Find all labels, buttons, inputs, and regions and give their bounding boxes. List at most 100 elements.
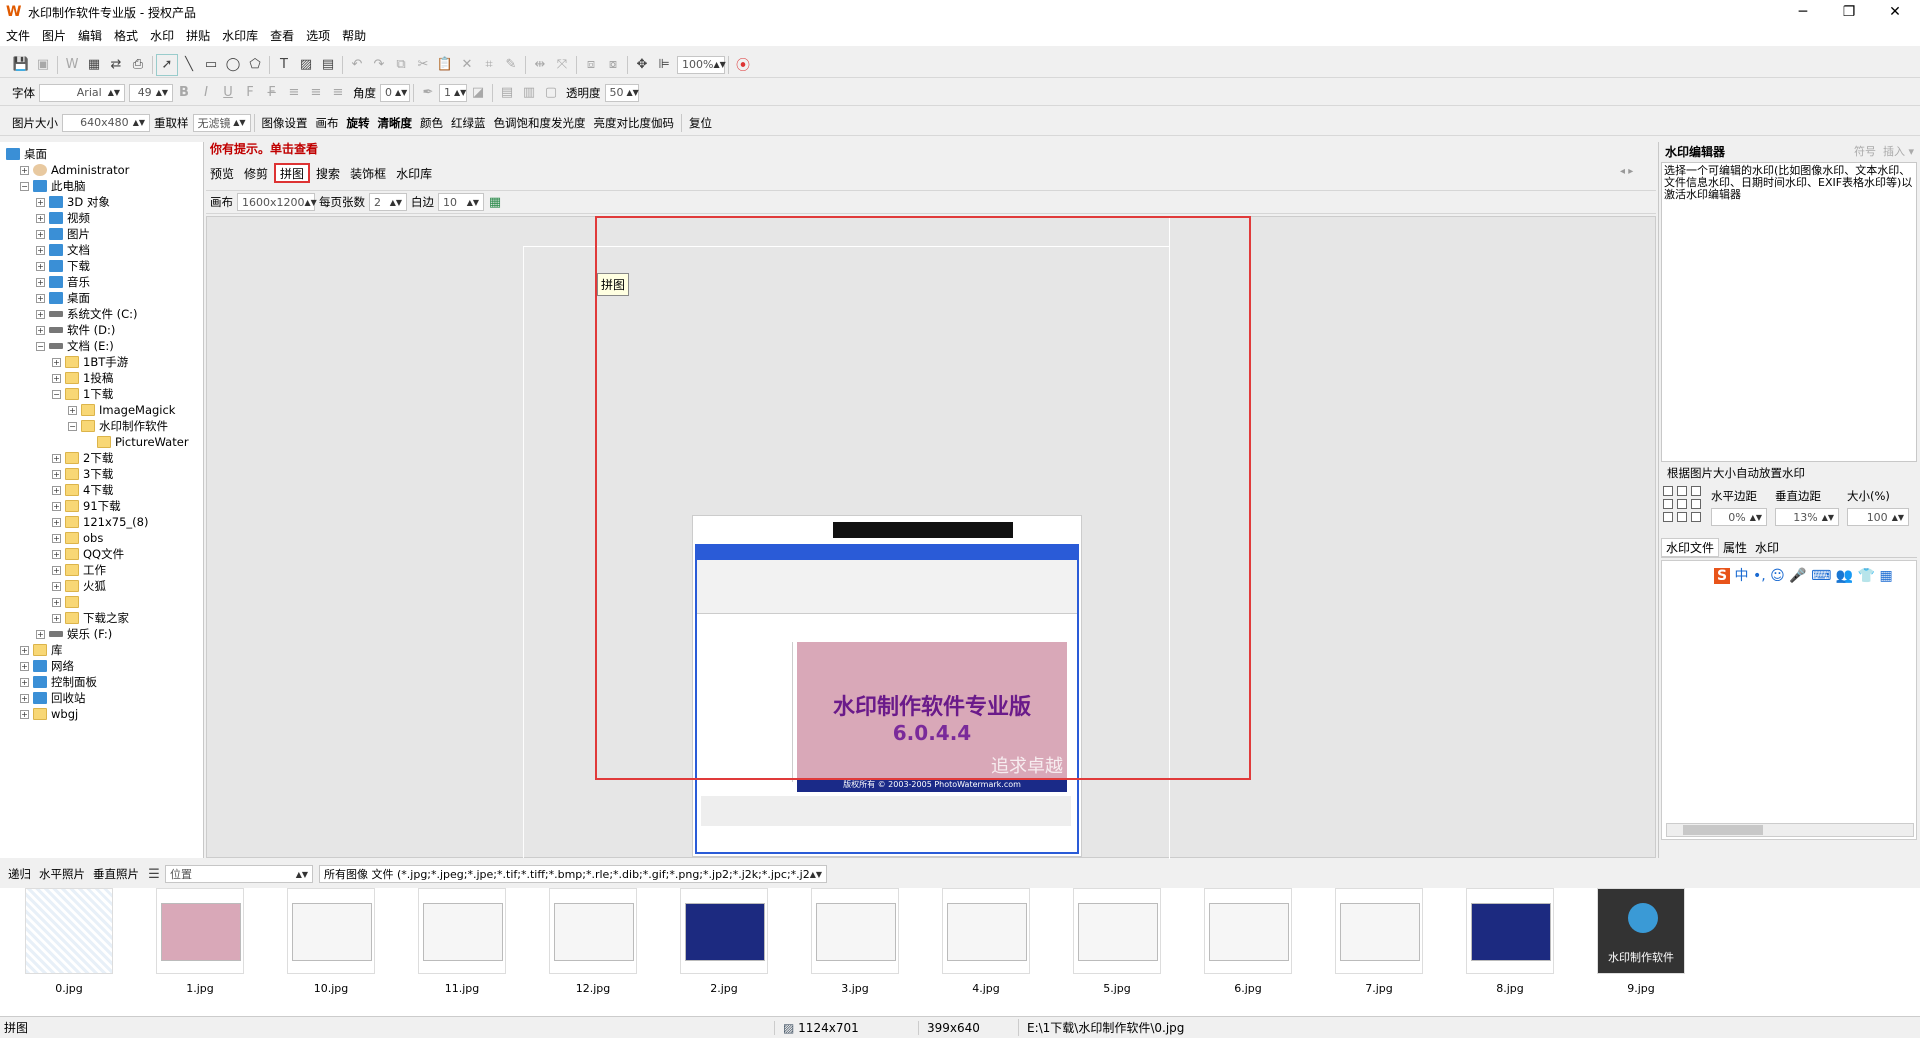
tab-preview[interactable]: 预览 xyxy=(206,163,238,183)
sharpness-button[interactable]: 清晰度 xyxy=(378,115,413,131)
image-settings-button[interactable]: 图像设置 xyxy=(262,115,308,131)
thumbnail-image[interactable] xyxy=(549,888,637,974)
image-tool-icon[interactable]: ▨ xyxy=(295,54,317,76)
italic-icon[interactable]: I xyxy=(195,82,217,104)
portrait-photos-button[interactable]: 垂直照片 xyxy=(93,866,139,882)
hint-link[interactable]: 你有提示。单击查看 xyxy=(210,140,318,157)
angle-input[interactable]: 0 ▲▼ xyxy=(380,83,410,102)
menu-collage[interactable]: 拼贴 xyxy=(186,27,210,44)
tree-node[interactable]: + xyxy=(52,594,83,610)
tree-node[interactable]: − 此电脑 xyxy=(20,178,86,194)
tree-node[interactable]: + 软件 (D:) xyxy=(36,322,115,338)
per-page-input[interactable]: 2 ▲▼ xyxy=(369,193,407,211)
collage-canvas[interactable]: 拼图 水印制作软件专业版 6.0.4.4 追求卓越 版权所有 © 2003-20… xyxy=(206,216,1656,859)
tree-node[interactable]: + 桌面 xyxy=(36,290,90,306)
fill-color-icon[interactable]: ◪ xyxy=(467,82,489,104)
font-style-icon[interactable]: F xyxy=(239,82,261,104)
thumbnail-image[interactable] xyxy=(1073,888,1161,974)
thumbnail-image[interactable] xyxy=(156,888,244,974)
shadow-icon[interactable]: ▤ xyxy=(496,82,518,104)
tab-watermark[interactable]: 水印 xyxy=(1751,539,1783,556)
position-grid[interactable] xyxy=(1663,486,1703,526)
thumbnail-item[interactable]: 0.jpg xyxy=(24,888,114,998)
select-tool-icon[interactable]: ➚ xyxy=(156,53,178,76)
thumbnail-image[interactable] xyxy=(25,888,113,974)
tree-node[interactable]: − 文档 (E:) xyxy=(36,338,114,354)
tree-node[interactable]: + 回收站 xyxy=(20,690,86,706)
delete-icon[interactable]: ✕ xyxy=(456,54,478,76)
tree-node[interactable]: − 水印制作软件 xyxy=(68,418,168,434)
expand-icon[interactable]: + xyxy=(52,373,61,383)
align-center-icon[interactable]: ≡ xyxy=(305,82,327,104)
tree-node[interactable]: + QQ文件 xyxy=(52,546,124,562)
expand-icon[interactable]: + xyxy=(20,693,29,703)
convert-icon[interactable]: ⇄ xyxy=(105,54,127,76)
expand-icon[interactable]: + xyxy=(36,261,45,271)
expand-icon[interactable]: + xyxy=(36,629,45,639)
v-margin-input[interactable]: 13% ▲▼ xyxy=(1775,508,1839,526)
thumbnail-item[interactable]: 7.jpg xyxy=(1334,888,1424,998)
paste-icon[interactable]: 📋 xyxy=(434,54,456,76)
print-icon[interactable]: ⎙ xyxy=(127,54,149,76)
thumbnail-item[interactable]: 8.jpg xyxy=(1465,888,1555,998)
watermark-file-list[interactable]: S 中 •, ☺ 🎤 ⌨ 👥 👕 ▦ xyxy=(1661,560,1917,840)
expand-icon[interactable]: + xyxy=(52,469,61,479)
opacity-input[interactable]: 50 ▲▼ xyxy=(604,83,639,102)
tab-search[interactable]: 搜索 xyxy=(312,163,344,183)
menu-options[interactable]: 选项 xyxy=(306,27,330,44)
align-h-icon[interactable]: ⇹ xyxy=(529,54,551,76)
menu-file[interactable]: 文件 xyxy=(6,27,30,44)
thumbnail-item[interactable]: 11.jpg xyxy=(417,888,507,998)
expand-icon[interactable]: + xyxy=(52,597,61,607)
expand-icon[interactable]: + xyxy=(36,229,45,239)
polygon-tool-icon[interactable]: ⬠ xyxy=(244,54,266,76)
tree-node[interactable]: + 视频 xyxy=(36,210,90,226)
border-icon[interactable]: ▥ xyxy=(518,82,540,104)
expand-icon[interactable]: + xyxy=(52,485,61,495)
thumbnail-image[interactable] xyxy=(942,888,1030,974)
expand-icon[interactable]: + xyxy=(20,677,29,687)
tree-node[interactable]: + 控制面板 xyxy=(20,674,97,690)
save-all-icon[interactable]: ▣ xyxy=(32,54,54,76)
font-size-select[interactable]: 49 ▲▼ xyxy=(129,83,173,102)
rotate-button[interactable]: 旋转 xyxy=(347,115,370,131)
thumbnail-item[interactable]: 10.jpg xyxy=(286,888,376,998)
menu-view[interactable]: 查看 xyxy=(270,27,294,44)
tree-node[interactable]: + obs xyxy=(52,530,103,546)
ellipse-tool-icon[interactable]: ◯ xyxy=(222,54,244,76)
tree-node[interactable]: + wbgj xyxy=(20,706,78,722)
thumbnail-item[interactable]: 水印制作软件 9.jpg xyxy=(1596,888,1686,998)
expand-icon[interactable]: + xyxy=(36,325,45,335)
thumbnail-image[interactable] xyxy=(1335,888,1423,974)
tree-node[interactable]: +PictureWater xyxy=(84,434,189,450)
strike-icon[interactable]: F̶ xyxy=(261,82,283,104)
tree-node[interactable]: 桌面 xyxy=(6,146,47,162)
underline-icon[interactable]: U xyxy=(217,82,239,104)
expand-icon[interactable]: + xyxy=(20,165,29,175)
size-input[interactable]: 100 ▲▼ xyxy=(1847,508,1909,526)
collapse-icon[interactable]: − xyxy=(36,341,45,351)
expand-icon[interactable]: + xyxy=(52,565,61,575)
align-v-icon[interactable]: ⤧ xyxy=(551,54,573,76)
filter-select[interactable]: 无滤镜 ▲▼ xyxy=(192,113,251,132)
tree-node[interactable]: + 图片 xyxy=(36,226,90,242)
file-type-filter[interactable]: 所有图像 文件 (*.jpg;*.jpeg;*.jpe;*.tif;*.tiff… xyxy=(319,865,827,883)
tree-node[interactable]: + Administrator xyxy=(20,162,129,178)
collapse-icon[interactable]: − xyxy=(68,421,77,431)
tab-frame[interactable]: 装饰框 xyxy=(346,163,390,183)
layout-grid-icon[interactable]: ▦ xyxy=(484,191,506,213)
h-margin-input[interactable]: 0% ▲▼ xyxy=(1711,508,1767,526)
restore-button[interactable]: ❐ xyxy=(1826,0,1872,24)
menu-watermark-library[interactable]: 水印库 xyxy=(222,27,258,44)
expand-icon[interactable]: + xyxy=(52,549,61,559)
thumbnail-item[interactable]: 1.jpg xyxy=(155,888,245,998)
frame-icon[interactable]: ▢ xyxy=(540,82,562,104)
tree-node[interactable]: +1投稿 xyxy=(52,370,113,386)
rgb-button[interactable]: 红绿蓝 xyxy=(451,115,486,131)
expand-icon[interactable]: + xyxy=(52,517,61,527)
expand-icon[interactable]: + xyxy=(52,453,61,463)
redo-icon[interactable]: ↷ xyxy=(368,54,390,76)
undo-icon[interactable]: ↶ xyxy=(346,54,368,76)
tree-node[interactable]: + 文档 xyxy=(36,242,90,258)
minimize-button[interactable]: ─ xyxy=(1780,0,1826,24)
